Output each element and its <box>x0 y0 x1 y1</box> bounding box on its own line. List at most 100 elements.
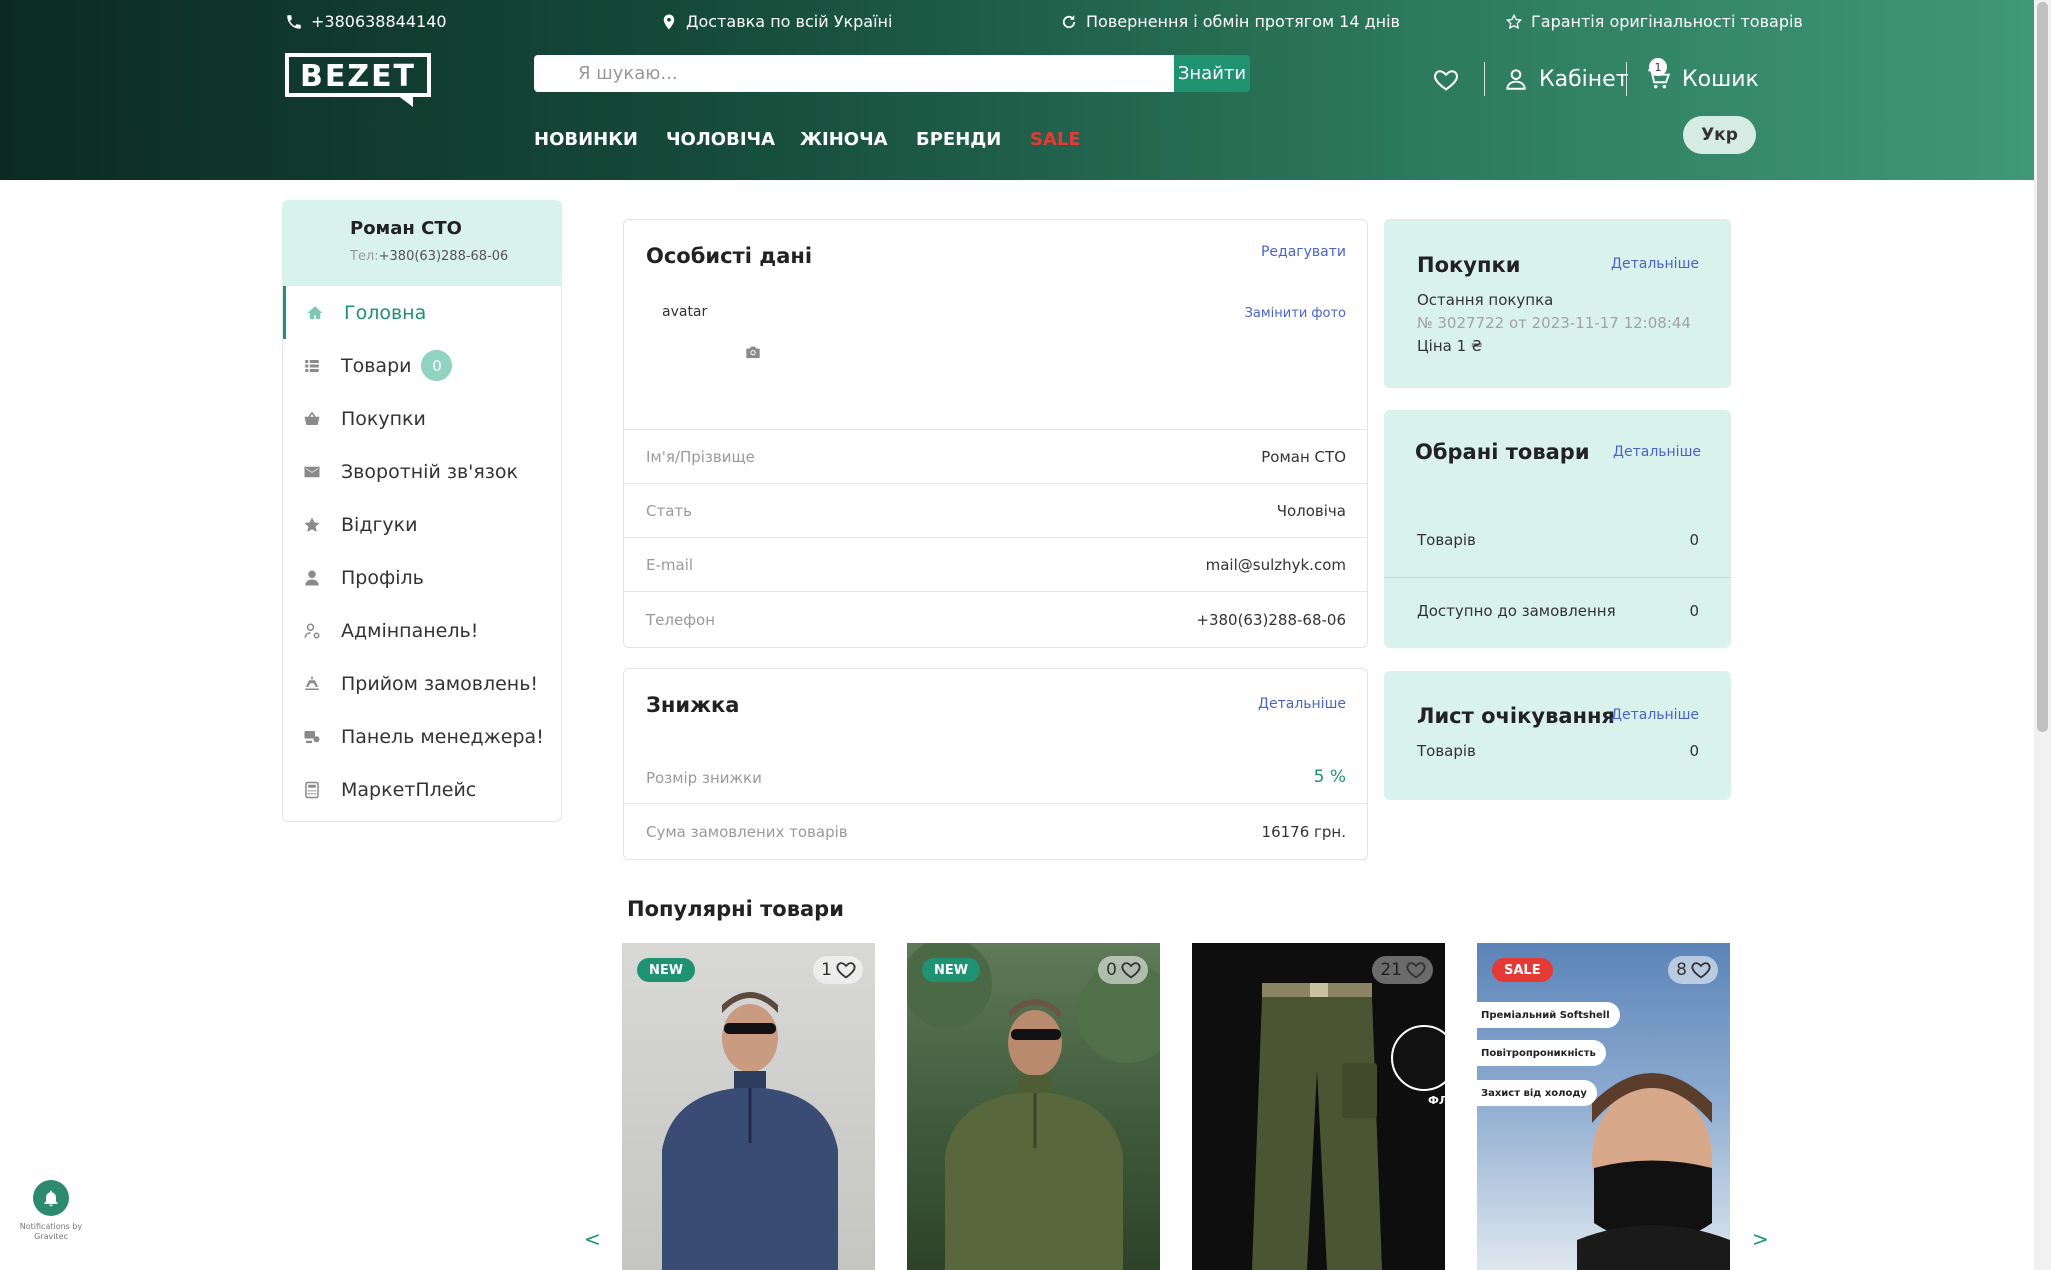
discount-title: Знижка <box>646 693 740 717</box>
favorites-details-link[interactable]: Детальніше <box>1613 444 1701 460</box>
product-favorite[interactable]: 0 <box>1098 956 1148 984</box>
scrollbar-thumb[interactable] <box>2037 2 2048 732</box>
row-label: Телефон <box>646 611 716 629</box>
menu-item-profil[interactable]: Профіль <box>283 551 561 604</box>
carousel-next-button[interactable]: > <box>1752 1227 1769 1251</box>
manager-icon <box>303 728 321 746</box>
product-card[interactable]: NEW 1 <box>622 943 875 1270</box>
refresh-icon <box>1062 14 1076 28</box>
user-phone-label: Тел: <box>350 249 379 264</box>
product-card[interactable]: NEW 0 <box>907 943 1160 1270</box>
product-favorite[interactable]: 1 <box>813 956 863 984</box>
last-purchase-label: Остання покупка <box>1417 291 1554 309</box>
menu-item-feedback[interactable]: Зворотній зв'язок <box>283 445 561 498</box>
header-divider <box>1626 62 1627 96</box>
header-divider <box>1484 62 1485 96</box>
topbar-phone-text: +380638844140 <box>311 12 447 31</box>
discount-details-link[interactable]: Детальніше <box>1258 696 1346 712</box>
list-icon <box>303 357 321 375</box>
menu-item-label: Головна <box>344 301 427 324</box>
topbar-returns-text: Повернення і обмін протягом 14 днів <box>1086 12 1400 31</box>
row-value: Роман СТО <box>1261 448 1346 466</box>
cabinet-link[interactable]: Кабінет <box>1503 66 1629 92</box>
menu-item-pokupky[interactable]: Покупки <box>283 392 561 445</box>
waitlist-count-value: 0 <box>1689 742 1699 760</box>
menu-item-manager-panel[interactable]: Панель менеджера! <box>283 710 561 763</box>
gravitec-widget[interactable]: Notifications by Gravitec <box>18 1180 84 1242</box>
star-icon <box>303 516 321 534</box>
product-favorite[interactable]: 8 <box>1668 956 1718 984</box>
nav-cholovicha[interactable]: ЧОЛОВІЧА <box>666 129 775 150</box>
favorites-divider <box>1384 577 1731 578</box>
product-tag: NEW <box>637 958 696 982</box>
topbar-guarantee: Гарантія оригінальності товарів <box>1505 12 1803 31</box>
row-label: Стать <box>646 502 692 520</box>
nav-zhinocha[interactable]: ЖІНОЧА <box>800 129 888 150</box>
favorite-count: 1 <box>821 960 832 980</box>
purchases-title: Покупки <box>1417 253 1521 277</box>
row-label: Розмір знижки <box>646 769 762 787</box>
waitlist-details-link[interactable]: Детальніше <box>1611 707 1699 723</box>
topbar-guarantee-text: Гарантія оригінальності товарів <box>1531 12 1803 31</box>
discount-row-sum: Сума замовлених товарів 16176 грн. <box>624 803 1367 859</box>
language-button[interactable]: Укр <box>1683 116 1756 154</box>
camera-icon[interactable] <box>745 344 761 363</box>
bezet-logo[interactable]: BEZET <box>285 53 431 107</box>
nav-brendy[interactable]: БРЕНДИ <box>916 129 1001 150</box>
menu-item-vidhuky[interactable]: Відгуки <box>283 498 561 551</box>
menu-item-holovna[interactable]: Головна <box>283 286 561 339</box>
product-callout: Захист від холоду <box>1477 1080 1597 1106</box>
favorite-count: 8 <box>1676 960 1687 980</box>
user-phone-value: +380(63)288-68-06 <box>378 249 509 264</box>
profile-row-email: E-mail mail@sulzhyk.com <box>624 537 1367 591</box>
menu-item-label: Адмінпанель! <box>341 619 479 642</box>
menu-item-label: МаркетПлейс <box>341 778 477 801</box>
product-card[interactable]: ФЛІС 21 <box>1192 943 1445 1270</box>
edit-link[interactable]: Редагувати <box>1261 244 1346 260</box>
carousel-prev-button[interactable]: < <box>584 1227 601 1251</box>
product-image-label: ФЛІС <box>1428 1094 1445 1107</box>
menu-item-tovary[interactable]: Товари 0 <box>283 339 561 392</box>
wishlist-button[interactable] <box>1432 66 1460 98</box>
product-image <box>662 992 838 1270</box>
purchases-details-link[interactable]: Детальніше <box>1611 256 1699 272</box>
cabinet-label: Кабінет <box>1539 66 1629 92</box>
topbar-returns: Повернення і обмін протягом 14 днів <box>1060 12 1400 31</box>
nav-sale[interactable]: SALE <box>1030 129 1081 150</box>
product-callout: Повітропроникність <box>1477 1040 1606 1066</box>
product-card[interactable]: Преміальний Softshell Повітропроникність… <box>1477 943 1730 1270</box>
waitlist-count-label: Товарів <box>1417 742 1476 760</box>
logo-text: BEZET <box>300 59 416 94</box>
user-phone: Тел:+380(63)288-68-06 <box>350 249 508 264</box>
user-icon <box>303 569 321 587</box>
menu-item-adminpanel[interactable]: Адмінпанель! <box>283 604 561 657</box>
product-tag: SALE <box>1492 958 1553 982</box>
discount-value: 5 % <box>1313 767 1346 787</box>
waitlist-panel: Лист очікування Детальніше Товарів 0 <box>1384 671 1731 800</box>
phone-icon <box>287 14 301 29</box>
heart-icon <box>1406 962 1426 979</box>
waitlist-title: Лист очікування <box>1417 704 1616 728</box>
last-order-price: Ціна 1 ₴ <box>1417 337 1483 355</box>
calculator-icon <box>303 781 321 799</box>
heart-icon <box>1691 962 1711 979</box>
product-image: ФЛІС <box>1252 983 1445 1270</box>
product-favorite[interactable]: 21 <box>1372 956 1433 984</box>
topbar-phone[interactable]: +380638844140 <box>285 12 447 31</box>
menu-item-marketplace[interactable]: МаркетПлейс <box>283 763 561 816</box>
row-value: 16176 грн. <box>1261 823 1346 841</box>
discount-row-size: Розмір знижки 5 % <box>624 721 1367 801</box>
user-card <box>282 200 562 286</box>
change-photo-link[interactable]: Замінити фото <box>1245 306 1346 321</box>
row-label: E-mail <box>646 556 694 574</box>
search-button[interactable]: Знайти <box>1174 55 1250 92</box>
nav-novynky[interactable]: НОВИНКИ <box>534 129 638 150</box>
menu-item-order-intake[interactable]: Прийом замовлень! <box>283 657 561 710</box>
search-input[interactable]: Я шукаю... <box>534 55 1174 92</box>
purchases-panel: Покупки Детальніше Остання покупка № 302… <box>1384 219 1731 388</box>
favorites-panel: Обрані товари Детальніше Товарів 0 Досту… <box>1384 410 1731 648</box>
row-value: +380(63)288-68-06 <box>1196 611 1346 629</box>
menu-item-label: Профіль <box>341 566 424 589</box>
search-placeholder: Я шукаю... <box>578 63 678 84</box>
row-label: Сума замовлених товарів <box>646 823 848 841</box>
